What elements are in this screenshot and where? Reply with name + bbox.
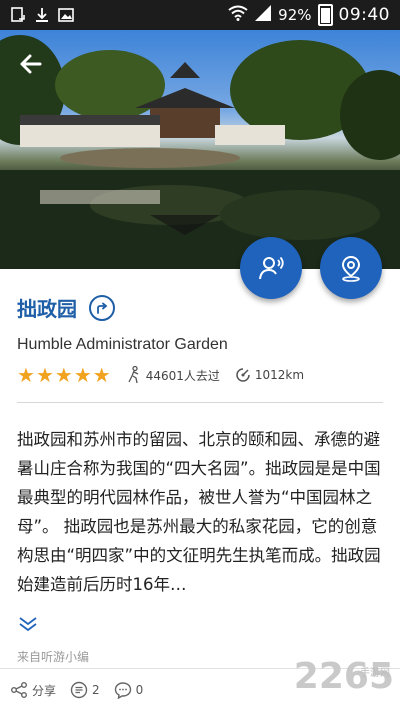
notes-icon: [70, 681, 88, 699]
location-button[interactable]: [320, 237, 382, 299]
back-button[interactable]: [14, 46, 50, 82]
star-icon: ★: [92, 363, 111, 387]
description: 拙政园和苏州市的留园、北京的颐和园、承德的避暑山庄合称为我国的“四大名园”。拙政…: [17, 430, 381, 594]
meta-row: ★ ★ ★ ★ ★ 44601人去过 1012km: [17, 365, 304, 385]
notification-icon: [10, 7, 26, 23]
download-icon: [34, 7, 50, 23]
distance-text: 1012km: [254, 368, 305, 382]
comments-button[interactable]: 0: [114, 681, 144, 699]
route-arrow-icon: [97, 302, 108, 314]
notes-button[interactable]: 2: [70, 681, 100, 699]
clock: 09:40: [338, 5, 390, 25]
star-icon: ★: [35, 363, 54, 387]
chevron-down-icon: [19, 617, 37, 632]
gallery-icon: [58, 7, 74, 23]
share-label: 分享: [32, 683, 57, 698]
star-icon: ★: [73, 363, 92, 387]
comment-icon: [114, 682, 131, 699]
english-name: Humble Administrator Garden: [17, 336, 228, 353]
audio-guide-button[interactable]: [240, 237, 302, 299]
battery-icon: [317, 4, 333, 26]
navigate-button[interactable]: [89, 294, 115, 321]
share-button[interactable]: 分享: [10, 681, 56, 699]
distance-icon: [236, 368, 250, 382]
battery-percent: 92%: [278, 6, 312, 24]
star-icon: ★: [54, 363, 73, 387]
status-bar: 92% 09:40: [0, 0, 400, 30]
distance: 1012km: [234, 366, 304, 384]
walking-person-icon: [128, 366, 138, 384]
location-pin-icon: [341, 255, 361, 282]
wifi-icon: [228, 5, 248, 25]
divider: [17, 402, 383, 403]
audio-guide-icon: [259, 256, 284, 280]
source-label: 来自听游小编: [17, 650, 90, 664]
visitor-count: 44601人去过: [125, 366, 220, 384]
title-row: 拙政园: [17, 293, 115, 322]
star-icon: ★: [17, 363, 35, 387]
page-title: 拙政园: [17, 297, 77, 321]
notes-count: 2: [92, 683, 100, 697]
visitor-count-text: 44601人去过: [145, 368, 220, 383]
signal-icon: [254, 5, 272, 25]
share-icon: [11, 682, 27, 698]
comments-count: 0: [135, 683, 144, 697]
expand-button[interactable]: [17, 612, 39, 634]
watermark-tag: 手游网: [360, 668, 390, 679]
hero-photo: [0, 30, 400, 269]
rating-stars: ★ ★ ★ ★ ★: [17, 365, 111, 385]
